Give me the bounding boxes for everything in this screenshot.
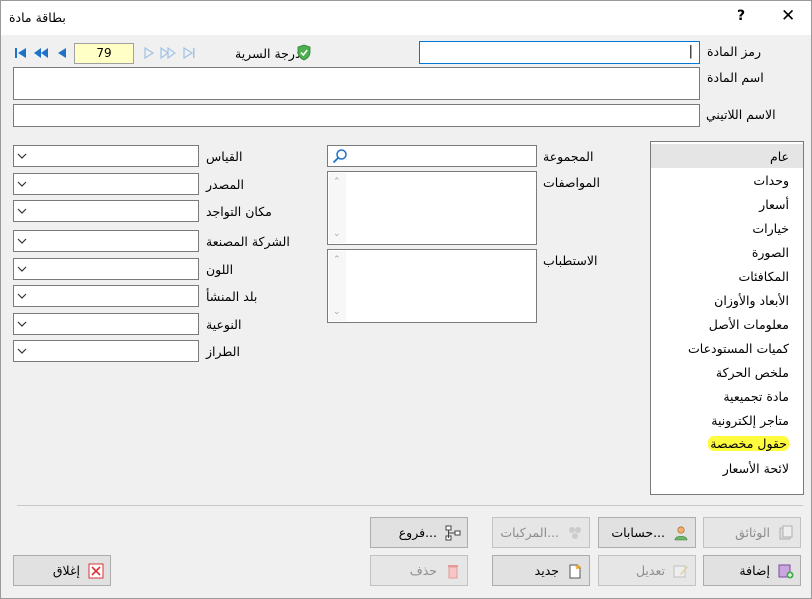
item-name-input[interactable] [13, 67, 700, 100]
manufacturer-combo[interactable] [13, 230, 199, 252]
location-label: مكان التواجد [206, 204, 272, 219]
edit-icon [673, 565, 688, 578]
list-item-equivalents[interactable]: المكافئات [738, 269, 789, 284]
item-code-label: رمز المادة [707, 44, 762, 59]
list-item-warehouse-qty[interactable]: كميات المستودعات [688, 341, 789, 356]
branches-icon [445, 525, 461, 541]
window-title: بطاقة مادة [9, 10, 66, 25]
list-item-options[interactable]: خيارات [752, 221, 789, 236]
manufacturer-label: الشركة المصنعة [206, 234, 290, 249]
delete-button[interactable]: حذف [370, 555, 468, 586]
close-button[interactable]: إغلاق [13, 555, 111, 586]
origin-label: بلد المنشأ [206, 289, 258, 304]
close-window-button[interactable]: ✕ [781, 6, 795, 26]
branches-button[interactable]: فروع... [370, 517, 468, 548]
first-record-icon[interactable] [13, 45, 29, 61]
shield-check-icon[interactable] [296, 44, 312, 61]
previous-record-icon[interactable] [54, 45, 70, 61]
components-button[interactable]: المركبات... [492, 517, 590, 548]
list-item-general[interactable]: عام [651, 144, 803, 168]
location-combo[interactable] [13, 200, 199, 222]
trash-icon [448, 565, 458, 579]
source-label: المصدر [206, 177, 244, 192]
item-card-window: بطاقة مادة ? ✕ 79 درجة السرية | رمز الما… [0, 0, 812, 599]
specs-textarea[interactable]: ⌃ ⌄ [327, 171, 537, 245]
next-page-icon[interactable] [160, 45, 176, 61]
latin-name-label: الاسم اللاتيني [706, 107, 776, 122]
chevron-down-icon[interactable] [16, 262, 28, 276]
documents-button[interactable]: الوثائق [703, 517, 801, 548]
indications-textarea[interactable]: ⌃ ⌄ [327, 249, 537, 323]
indications-scrollbar[interactable]: ⌃ ⌄ [329, 251, 346, 321]
chevron-down-icon[interactable] [16, 317, 28, 331]
chevron-down-icon[interactable] [16, 149, 28, 163]
chevron-down-icon[interactable] [16, 344, 28, 358]
model-label: الطراز [206, 344, 240, 359]
separator [17, 505, 803, 506]
size-label: القياس [206, 149, 243, 164]
category-list[interactable]: عام وحدات أسعار خيارات الصورة المكافئات … [650, 141, 804, 495]
record-counter[interactable]: 79 [74, 43, 134, 64]
documents-icon [779, 525, 793, 540]
quality-combo[interactable] [13, 313, 199, 335]
origin-combo[interactable] [13, 285, 199, 307]
specs-scrollbar[interactable]: ⌃ ⌄ [329, 173, 346, 243]
list-item-prices[interactable]: أسعار [759, 197, 789, 212]
scroll-up-icon[interactable]: ⌃ [333, 255, 341, 265]
chevron-down-icon[interactable] [16, 289, 28, 303]
color-combo[interactable] [13, 258, 199, 280]
source-combo[interactable] [13, 173, 199, 195]
list-item-units[interactable]: وحدات [753, 173, 789, 188]
list-item-custom-fields[interactable]: حقول مخصصة [708, 436, 789, 451]
add-button[interactable]: إضافة [703, 555, 801, 586]
list-item-e-stores[interactable]: متاجر إلكترونية [711, 413, 789, 428]
list-item-image[interactable]: الصورة [752, 245, 789, 260]
item-code-value: | [688, 44, 693, 59]
search-icon[interactable] [332, 148, 348, 164]
new-button[interactable]: جديد [492, 555, 590, 586]
size-combo[interactable] [13, 145, 199, 167]
edit-button[interactable]: تعديل [598, 555, 696, 586]
scroll-down-icon[interactable]: ⌄ [333, 229, 341, 239]
help-button[interactable]: ? [737, 8, 745, 24]
item-name-label: اسم المادة [707, 70, 764, 85]
components-icon [569, 527, 581, 539]
last-record-icon[interactable] [181, 45, 197, 61]
security-level-label: درجة السرية [235, 46, 301, 61]
model-combo[interactable] [13, 340, 199, 362]
item-code-input[interactable]: | [419, 41, 700, 64]
color-label: اللون [206, 262, 234, 277]
specs-label: المواصفات [543, 175, 600, 190]
list-item-price-list[interactable]: لائحة الأسعار [723, 461, 789, 476]
new-document-icon [569, 564, 581, 579]
add-icon [778, 564, 794, 579]
title-bar: بطاقة مادة ? ✕ [1, 1, 811, 35]
chevron-down-icon[interactable] [16, 204, 28, 218]
user-icon [674, 526, 688, 541]
chevron-down-icon[interactable] [16, 177, 28, 191]
quality-label: النوعية [206, 317, 242, 332]
previous-page-icon[interactable] [33, 45, 49, 61]
list-item-origin-info[interactable]: معلومات الأصل [709, 317, 789, 332]
indications-label: الاستطباب [543, 253, 598, 268]
latin-name-input[interactable] [13, 104, 700, 127]
list-item-assembly[interactable]: مادة تجميعية [723, 389, 789, 404]
group-label: المجموعة [543, 149, 594, 164]
scroll-up-icon[interactable]: ⌃ [333, 177, 341, 187]
group-input[interactable] [327, 145, 537, 167]
list-item-movement-summary[interactable]: ملخص الحركة [716, 365, 789, 380]
next-record-icon[interactable] [141, 45, 157, 61]
list-item-dimensions[interactable]: الأبعاد والأوزان [714, 293, 789, 308]
scroll-down-icon[interactable]: ⌄ [333, 307, 341, 317]
chevron-down-icon[interactable] [16, 234, 28, 248]
close-icon [88, 563, 104, 579]
accounts-button[interactable]: حسابات... [598, 517, 696, 548]
